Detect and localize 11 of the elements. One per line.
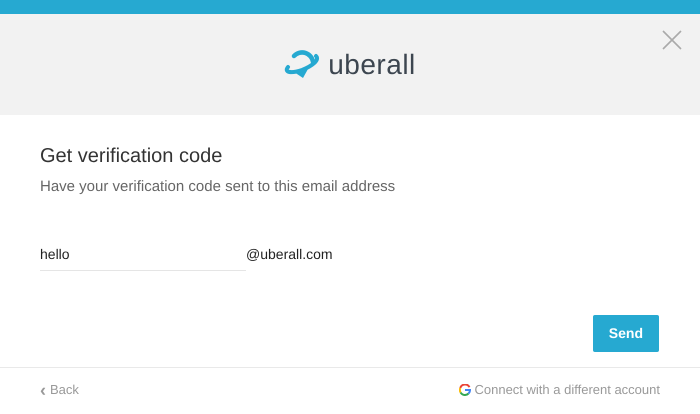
connect-link[interactable]: Connect with a different account	[458, 380, 660, 400]
brand-name: uberall	[328, 48, 416, 82]
dialog-title: Get verification code	[40, 144, 224, 168]
close-button[interactable]	[662, 28, 682, 52]
close-icon	[662, 30, 682, 50]
back-link[interactable]: ‹ Back	[40, 380, 79, 400]
email-domain: @uberall.com	[246, 244, 333, 264]
planet-logo-icon	[284, 50, 320, 80]
dialog-subtitle: Have your verification code sent to this email address	[40, 177, 396, 197]
google-icon	[458, 384, 470, 396]
send-button[interactable]: Send	[592, 314, 659, 352]
